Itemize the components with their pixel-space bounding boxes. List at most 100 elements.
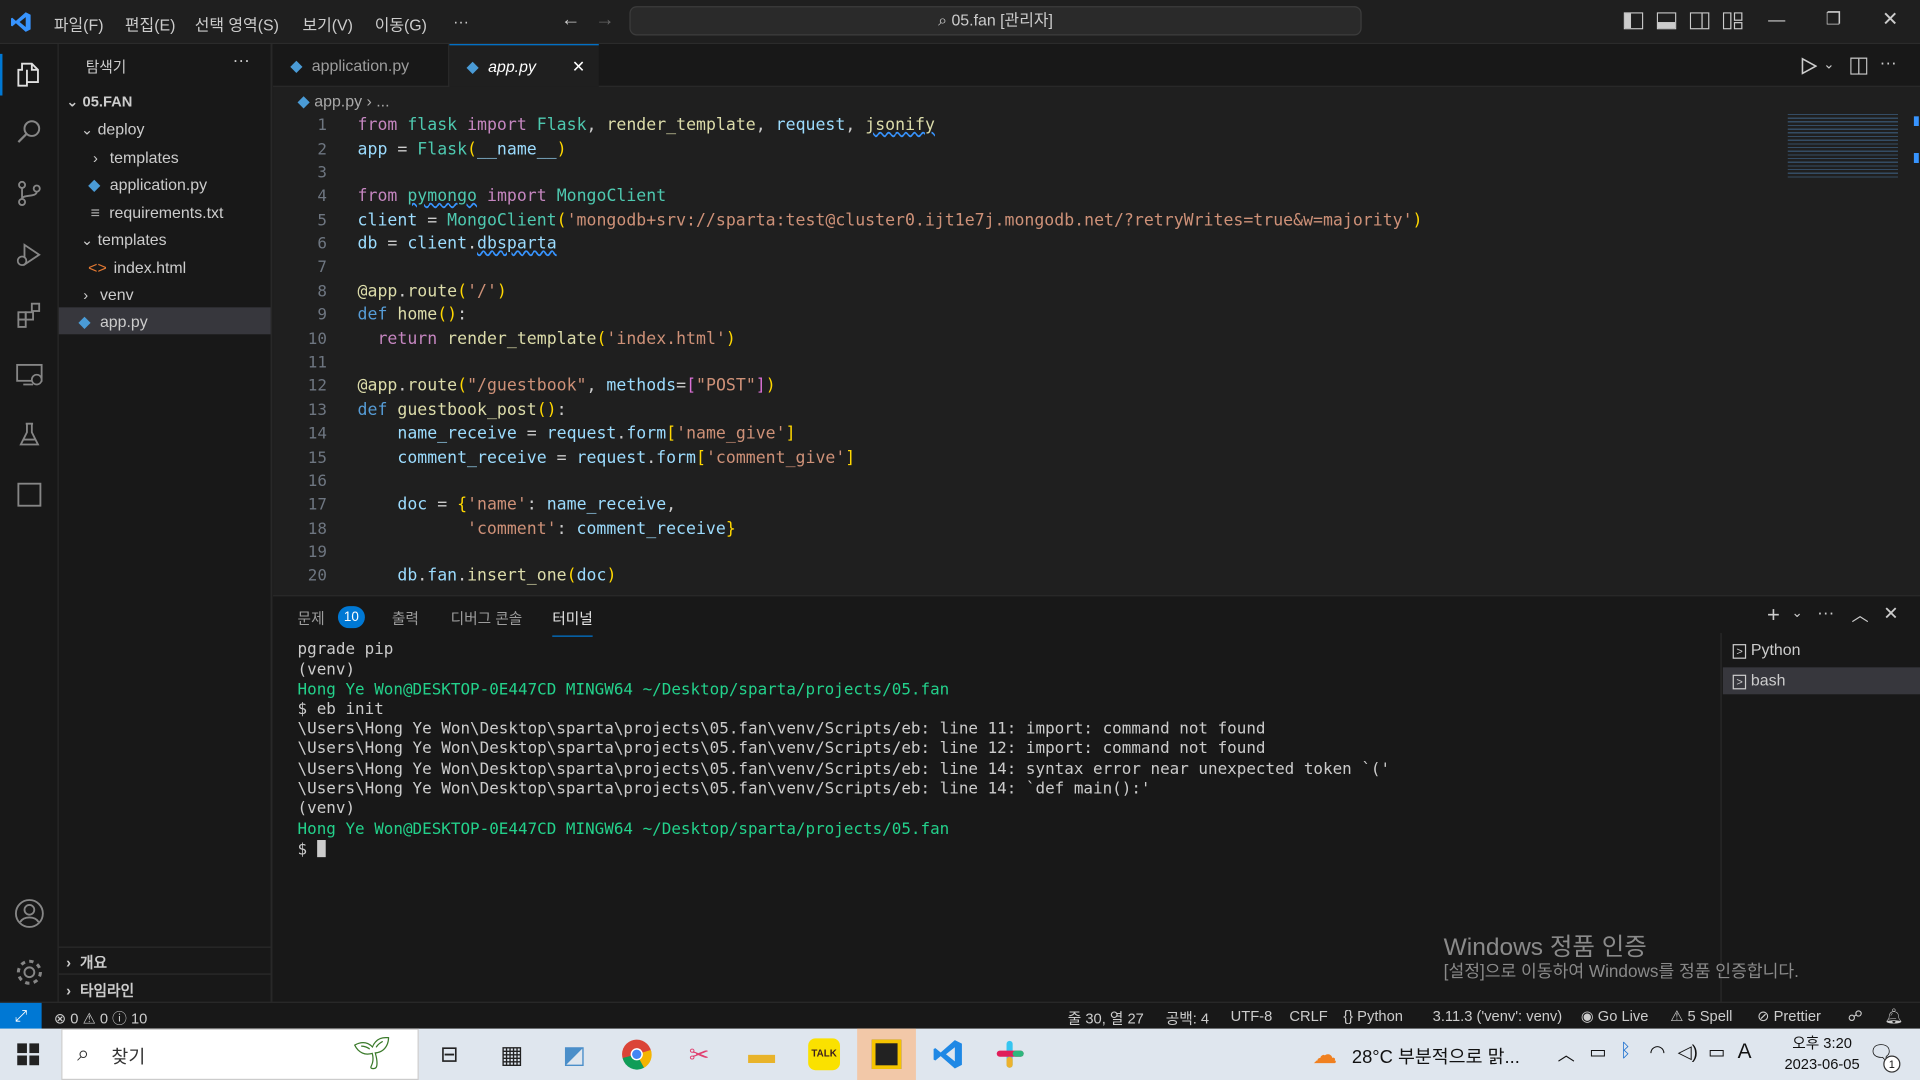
kakaotalk-icon[interactable]: TALK bbox=[803, 1033, 845, 1075]
tab-app-py[interactable]: ◆ app.py ✕ bbox=[449, 44, 599, 89]
vscode-taskbar-icon[interactable] bbox=[927, 1033, 969, 1075]
accounts-icon[interactable] bbox=[12, 896, 46, 930]
file-application-py[interactable]: ◆ application.py bbox=[88, 175, 207, 195]
more-actions-icon[interactable]: ··· bbox=[233, 50, 250, 70]
notifications-bell-icon[interactable]: 🔔︎ bbox=[1885, 1008, 1904, 1025]
bluetooth-icon[interactable]: ᛒ bbox=[1620, 1041, 1631, 1062]
tab-problems[interactable]: 문제 bbox=[298, 607, 325, 628]
remote-indicator-icon[interactable]: ⤢ bbox=[0, 1002, 42, 1030]
menu-file[interactable]: 파일(F) bbox=[54, 12, 104, 35]
notepad-app-icon[interactable]: ◩ bbox=[553, 1033, 595, 1075]
sticky-notes-icon[interactable] bbox=[866, 1033, 908, 1075]
code-editor[interactable]: ◆ app.py › ... 1 2 3 4 5 6 7 8 9 10 11 1… bbox=[273, 86, 1920, 596]
terminal-line: \Users\Hong Ye Won\Desktop\sparta\projec… bbox=[297, 720, 1266, 739]
customize-layout-icon[interactable] bbox=[1722, 12, 1743, 30]
feedback-icon[interactable]: ☍ bbox=[1848, 1008, 1863, 1025]
folder-deploy-templates[interactable]: › templates bbox=[93, 148, 179, 166]
file-index-html[interactable]: <> index.html bbox=[88, 258, 186, 276]
chevron-down-icon[interactable]: ⌄ bbox=[1823, 56, 1834, 73]
more-actions-icon[interactable]: ··· bbox=[1880, 53, 1897, 73]
taskbar-search-box[interactable]: ⌕ 찾기 🌱︎ bbox=[61, 1028, 419, 1080]
search-view-icon[interactable] bbox=[12, 115, 46, 149]
stop-square-icon[interactable] bbox=[12, 478, 46, 512]
menu-go[interactable]: 이동(G) bbox=[375, 12, 427, 35]
chevron-up-icon[interactable]: ︿ bbox=[1558, 1042, 1575, 1066]
breadcrumb-symbols[interactable]: ... bbox=[376, 92, 389, 110]
minimize-icon[interactable]: — bbox=[1768, 10, 1785, 30]
indentation[interactable]: 공백: 4 bbox=[1166, 1008, 1209, 1029]
spell-check[interactable]: ⚠ 5 Spell bbox=[1670, 1008, 1732, 1025]
cursor-position[interactable]: 줄 30, 열 27 bbox=[1068, 1008, 1144, 1029]
file-app-py[interactable]: ◆ app.py bbox=[78, 312, 147, 332]
line-ending[interactable]: CRLF bbox=[1289, 1008, 1327, 1025]
wifi-icon[interactable]: ◠ bbox=[1649, 1041, 1665, 1063]
menu-view[interactable]: 보기(V) bbox=[302, 12, 353, 35]
folder-templates[interactable]: ⌄ templates bbox=[81, 230, 167, 248]
folder-deploy[interactable]: ⌄ deploy bbox=[81, 120, 145, 138]
timeline-section[interactable]: › 타임라인 bbox=[66, 980, 134, 1001]
chrome-icon[interactable] bbox=[616, 1033, 658, 1075]
restore-icon[interactable]: ❐ bbox=[1826, 9, 1841, 30]
terminal-line: (venv) bbox=[297, 799, 356, 818]
task-view-icon[interactable]: ⊟ bbox=[429, 1033, 471, 1075]
code-line: doc = {'name': name_receive, bbox=[397, 494, 677, 515]
close-panel-icon[interactable]: ✕ bbox=[1883, 602, 1898, 625]
source-control-icon[interactable] bbox=[12, 176, 46, 210]
language-mode[interactable]: {} Python bbox=[1343, 1008, 1403, 1025]
python-interpreter[interactable]: 3.11.3 ('venv': venv) bbox=[1433, 1008, 1562, 1025]
calculator-icon[interactable]: ▦ bbox=[491, 1033, 533, 1075]
encoding[interactable]: UTF-8 bbox=[1231, 1008, 1273, 1025]
toggle-secondary-sidebar-icon[interactable] bbox=[1689, 12, 1710, 30]
toggle-sidebar-icon[interactable] bbox=[1623, 12, 1644, 30]
forward-arrow-icon[interactable]: → bbox=[595, 10, 615, 32]
run-file-icon[interactable] bbox=[1800, 57, 1818, 75]
file-requirements-txt[interactable]: ≡ requirements.txt bbox=[91, 203, 224, 221]
input-method-indicator[interactable]: A bbox=[1738, 1040, 1752, 1064]
terminal-bash[interactable]: > bash bbox=[1722, 667, 1920, 695]
close-window-icon[interactable]: ✕ bbox=[1882, 7, 1898, 31]
tab-application-py[interactable]: ◆ application.py bbox=[273, 44, 450, 87]
snipping-tool-icon[interactable]: ✂ bbox=[678, 1033, 720, 1075]
slack-icon[interactable] bbox=[989, 1033, 1031, 1075]
problems-summary[interactable]: ⊗ 0 ⚠ 0 ⓘ 10 bbox=[54, 1008, 147, 1029]
explorer-icon[interactable] bbox=[12, 58, 46, 92]
tab-debug-console[interactable]: 디버그 콘솔 bbox=[451, 607, 523, 628]
split-editor-icon[interactable] bbox=[1850, 57, 1868, 75]
back-arrow-icon[interactable]: ← bbox=[561, 10, 581, 32]
menu-selection[interactable]: 선택 영역(S) bbox=[195, 12, 279, 35]
command-center[interactable]: ⌕ 05.fan [관리자] bbox=[629, 6, 1362, 36]
menu-more[interactable]: ··· bbox=[453, 12, 469, 30]
menu-edit[interactable]: 편집(E) bbox=[125, 12, 176, 35]
chevron-down-icon: ⌄ bbox=[66, 93, 79, 111]
breadcrumb-file[interactable]: app.py bbox=[314, 92, 362, 110]
weather-text[interactable]: 28°C 부분적으로 맑... bbox=[1352, 1043, 1520, 1069]
volume-icon[interactable]: ◁) bbox=[1678, 1041, 1698, 1063]
settings-gear-icon[interactable] bbox=[12, 955, 46, 989]
extensions-icon[interactable] bbox=[12, 298, 46, 332]
prettier[interactable]: ⊘ Prettier bbox=[1757, 1008, 1821, 1025]
maximize-panel-icon[interactable]: ︿ bbox=[1851, 602, 1868, 626]
battery-icon[interactable]: ▭ bbox=[1708, 1041, 1725, 1063]
code-line: 'comment': comment_receive} bbox=[467, 519, 736, 539]
go-live[interactable]: ◉ Go Live bbox=[1581, 1008, 1649, 1025]
file-explorer-icon[interactable]: ▬ bbox=[741, 1033, 783, 1075]
outline-section[interactable]: › 개요 bbox=[66, 951, 107, 972]
more-actions-icon[interactable]: ··· bbox=[1817, 602, 1834, 622]
folder-root[interactable]: ⌄ 05.FAN bbox=[66, 93, 132, 110]
testing-icon[interactable] bbox=[12, 418, 46, 452]
clock-time[interactable]: 오후 3:20 bbox=[1778, 1032, 1866, 1053]
folder-venv[interactable]: › venv bbox=[83, 285, 133, 303]
run-debug-icon[interactable] bbox=[12, 238, 46, 272]
chevron-down-icon[interactable]: ⌄ bbox=[1791, 605, 1802, 621]
minimap[interactable] bbox=[1787, 113, 1898, 178]
new-terminal-plus-icon[interactable]: + bbox=[1767, 602, 1780, 628]
remote-explorer-icon[interactable] bbox=[12, 358, 46, 392]
clock-date[interactable]: 2023-06-05 bbox=[1768, 1056, 1876, 1073]
tab-terminal[interactable]: 터미널 bbox=[552, 607, 593, 637]
meet-now-icon[interactable]: ▭ bbox=[1589, 1041, 1606, 1063]
windows-start-icon[interactable] bbox=[7, 1033, 49, 1075]
toggle-panel-icon[interactable] bbox=[1656, 12, 1677, 30]
close-tab-icon[interactable]: ✕ bbox=[572, 45, 585, 88]
terminal-python[interactable]: > Python bbox=[1723, 640, 1920, 667]
tab-output[interactable]: 출력 bbox=[392, 607, 419, 628]
